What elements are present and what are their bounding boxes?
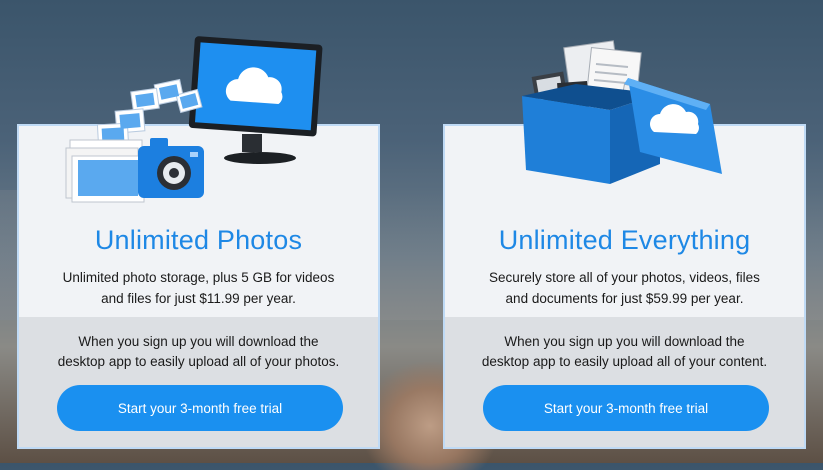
plan-description: Securely store all of your photos, video… (455, 267, 794, 309)
signup-note-line: When you sign up you will download the (504, 334, 745, 349)
plan-description-line: Unlimited photo storage, plus 5 GB for v… (62, 270, 335, 285)
signup-note: When you sign up you will download the d… (29, 332, 368, 372)
signup-note-line: desktop app to easily upload all of your… (57, 354, 340, 369)
plan-title: Unlimited Photos (94, 225, 303, 255)
plan-signup-section: When you sign up you will download the d… (445, 317, 804, 447)
cloud-box-files-icon (522, 40, 722, 184)
plan-signup-section: When you sign up you will download the d… (19, 317, 378, 447)
start-free-trial-button[interactable]: Start your 3-month free trial (57, 385, 343, 431)
monitor-camera-photos-icon (65, 36, 323, 203)
signup-note: When you sign up you will download the d… (455, 332, 794, 372)
plan-description-line: and documents for just $59.99 per year. (505, 291, 744, 306)
plan-description-line: and files for just $11.99 per year. (101, 291, 296, 306)
signup-note-line: desktop app to easily upload all of your… (481, 354, 768, 369)
plan-description-line: Securely store all of your photos, video… (489, 270, 760, 285)
plan-title: Unlimited Everything (498, 225, 751, 255)
start-free-trial-button[interactable]: Start your 3-month free trial (483, 385, 769, 431)
signup-note-line: When you sign up you will download the (78, 334, 319, 349)
plan-description: Unlimited photo storage, plus 5 GB for v… (29, 267, 368, 309)
